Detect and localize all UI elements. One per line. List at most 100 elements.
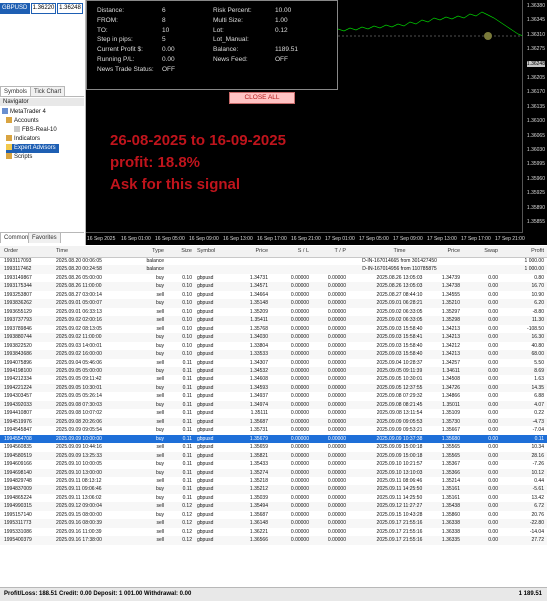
table-row[interactable]: 1993789846 2025.09.02 08:13:05 sell 0.10 gbp… (0, 325, 547, 333)
table-cell: 1993117462 (4, 266, 32, 273)
nav-item-metatrader[interactable]: MetaTrader 4 (2, 108, 46, 117)
market-watch-quote[interactable]: GBPUSD 1.36220 1.36248 (0, 3, 84, 14)
table-row[interactable]: 1995400379 2025.09.16 17:38:00 sell 0.12 gbp… (0, 536, 547, 545)
table-cell: 0.00000 (327, 528, 346, 535)
table-cell: 0.11 (182, 367, 192, 374)
column-header[interactable]: S / L (279, 246, 309, 257)
table-cell: 2025.09.10 10:00:05 (56, 461, 102, 468)
table-row[interactable]: 1994560835 2025.09.09 10:44:16 sell 0.11 gbp… (0, 443, 547, 451)
table-cell: 0.00000 (327, 401, 346, 408)
price-axis: 1.36380 1.36345 1.36310 1.36275 1.36248 1.362… (522, 0, 547, 232)
table-row[interactable]: 1994580519 2025.09.09 13:25:33 sell 0.11 gbp… (0, 451, 547, 461)
table-cell: 0.00 (488, 494, 498, 501)
table-cell: gbpusd (197, 494, 214, 501)
table-cell: 0.00000 (290, 283, 309, 290)
table-cell: gbpusd (197, 520, 214, 527)
tab-symbols[interactable]: Symbols (0, 86, 32, 96)
table-cell: 0.00 (488, 351, 498, 358)
price-tick: 1.36170 (526, 89, 545, 96)
table-row[interactable]: 1994837009 2025.09.11 09:06:46 buy 0.11 gbpu… (0, 485, 547, 494)
table-row[interactable]: 1993655129 2025.09.01 06:33:13 sell 0.10 gbp… (0, 308, 547, 316)
indicators-icon (6, 135, 12, 142)
table-cell: 0.00000 (327, 494, 346, 501)
table-cell: 0.00000 (327, 291, 346, 298)
column-header[interactable]: Swap (468, 246, 498, 257)
column-header[interactable]: Order (4, 246, 56, 257)
table-row[interactable]: 1994075896 2025.09.04 05:46:06 sell 0.11 gbp… (0, 359, 547, 367)
nav-item-scripts[interactable]: Scripts (6, 153, 32, 162)
table-cell: 1995400379 (4, 537, 32, 544)
table-cell: 0.00000 (327, 317, 346, 324)
column-header[interactable]: Symbol (197, 246, 231, 257)
nav-item-accounts[interactable]: Accounts (6, 117, 39, 126)
table-row[interactable]: 1993737793 2025.09.02 02:00:16 sell 0.10 gbp… (0, 316, 547, 325)
table-row[interactable]: 1993117462 2025.08.20 00:24:58 balance D-IN… (0, 265, 547, 274)
table-cell: 1993655129 (4, 308, 32, 315)
table-cell: 1.34937 (249, 393, 268, 400)
table-cell: 0.00000 (290, 393, 309, 400)
table-row[interactable]: 1993843686 2025.09.02 16:00:00 buy 0.10 gbpu… (0, 350, 547, 359)
column-header[interactable]: Time (56, 246, 110, 257)
table-row[interactable]: 1993880744 2025.09.02 11:00:00 buy 0.10 gbpu… (0, 333, 547, 342)
price-tick: 1.35890 (526, 204, 545, 211)
table-row[interactable]: 1994519976 2025.09.08 20:26:06 sell 0.11 gbp… (0, 417, 547, 427)
table-row[interactable]: 1995331086 2025.09.16 11:00:39 sell 0.12 gbp… (0, 528, 547, 536)
table-row[interactable]: 1993117093 2025.08.20 00:06:05 balance D-IN… (0, 257, 547, 265)
table-row[interactable]: 1993836262 2025.09.01 05:00:07 buy 0.10 gbpu… (0, 299, 547, 308)
table-row[interactable]: 1994410807 2025.09.08 10:07:02 sell 0.11 gbp… (0, 409, 547, 417)
table-cell: 1.35297 (441, 308, 460, 315)
table-cell: 0.00000 (327, 477, 346, 484)
table-row[interactable]: 1993253807 2025.08.27 03:00:14 sell 0.10 gbp… (0, 291, 547, 299)
close-all-button[interactable]: CLOSE ALL (229, 92, 295, 104)
table-cell: 0.00000 (327, 376, 346, 383)
table-row[interactable]: 1995157140 2025.09.15 08:00:00 buy 0.12 gbpu… (0, 511, 547, 519)
column-header[interactable]: Size (166, 246, 192, 257)
nav-item-expert-advisors[interactable]: Expert Advisors (6, 144, 59, 153)
table-row[interactable]: 1994198100 2025.09.05 05:00:00 buy 0.11 gbpu… (0, 366, 547, 376)
table-cell: 0.00000 (290, 359, 309, 366)
history-table-body[interactable]: 1993117093 2025.08.20 00:06:05 balance D-IN… (0, 257, 547, 587)
table-row[interactable]: 1994221224 2025.09.05 10:30:01 buy 0.11 gbpu… (0, 383, 547, 393)
nav-item-label: Indicators (14, 136, 41, 142)
table-cell: buy (155, 486, 164, 493)
table-row[interactable]: 1994545847 2025.09.09 09:05:54 buy 0.11 gbpu… (0, 426, 547, 434)
column-header[interactable]: Type (138, 246, 164, 257)
table-row[interactable]: 1994303457 2025.09.05 05:26:14 sell 0.11 gbp… (0, 392, 547, 400)
table-row[interactable]: 1994829748 2025.09.11 08:13:12 sell 0.11 gbp… (0, 477, 547, 485)
table-row[interactable]: 1993175344 2025.08.26 11:00:00 buy 0.10 gbpu… (0, 282, 547, 291)
table-cell: 1.34213 (441, 351, 460, 358)
tab-tick-chart[interactable]: Tick Chart (30, 86, 66, 96)
table-cell: 0.00 (488, 401, 498, 408)
table-row[interactable]: 1994698140 2025.09.10 13:00:00 buy 0.11 gbpu… (0, 468, 547, 477)
table-cell: 1993175344 (4, 283, 32, 290)
column-header[interactable]: Price (238, 246, 268, 257)
table-row[interactable]: 1994990315 2025.09.12 09:00:04 sell 0.12 gbp… (0, 502, 547, 511)
table-row[interactable]: 1994609166 2025.09.10 10:00:05 buy 0.11 gbpu… (0, 460, 547, 468)
table-cell: 0.00000 (290, 376, 309, 383)
panel-value: 6 (162, 7, 166, 14)
table-row[interactable]: 1994554708 2025.09.09 10:00:00 buy 0.11 gbpu… (0, 434, 547, 444)
table-cell: -7.26 (532, 461, 544, 468)
tab-favorites[interactable]: Favorites (28, 233, 61, 243)
quote-symbol[interactable]: GBPUSD (0, 3, 30, 14)
status-summary: Profit/Loss: 188.51 Credit: 0.00 Deposit… (4, 591, 192, 597)
table-cell: sell (156, 477, 164, 484)
nav-item-account[interactable]: FBS-Real-10 (14, 126, 57, 135)
table-cell: 1.34212 (441, 342, 460, 349)
nav-item-indicators[interactable]: Indicators (6, 135, 40, 144)
column-header[interactable]: T / P (316, 246, 346, 257)
table-row[interactable]: 1995311773 2025.09.16 08:00:39 sell 0.12 gbp… (0, 519, 547, 528)
table-cell: 2025.09.12 09:00:04 (56, 503, 102, 510)
panel-value: 0.12 (275, 27, 288, 34)
table-row[interactable]: 1993149867 2025.08.26 05:00:00 buy 0.10 gbpu… (0, 274, 547, 282)
column-header[interactable]: Price (428, 246, 460, 257)
table-row[interactable]: 1994865224 2025.09.11 13:06:02 buy 0.11 gbpu… (0, 494, 547, 502)
table-cell: 1.35821 (249, 452, 268, 459)
table-cell: sell (156, 520, 164, 527)
table-cell: sell (156, 537, 164, 544)
table-row[interactable]: 1994392033 2025.09.08 07:30:03 buy 0.11 gbpu… (0, 400, 547, 410)
table-cell: 0.00 (488, 291, 498, 298)
column-header[interactable]: Profit (510, 246, 544, 257)
table-row[interactable]: 1993822520 2025.09.03 14:00:01 buy 0.10 gbpu… (0, 342, 547, 350)
table-row[interactable]: 1994212334 2025.09.05 09:11:42 sell 0.11 gbp… (0, 375, 547, 383)
